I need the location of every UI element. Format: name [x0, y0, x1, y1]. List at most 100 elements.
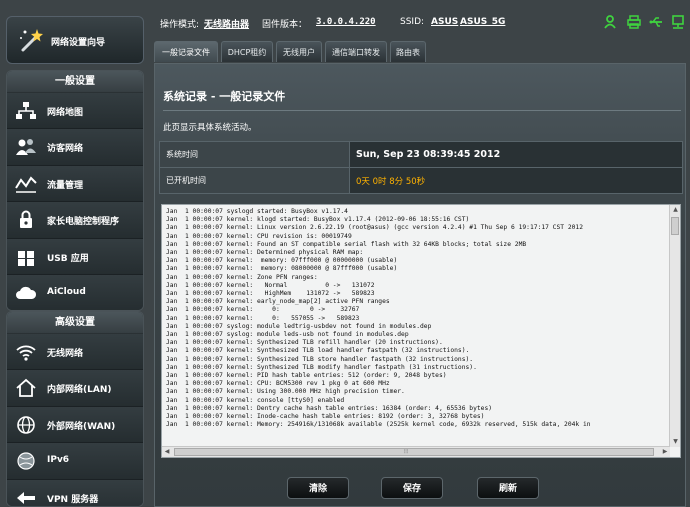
- sidebar-item-label: 访客网络: [47, 144, 84, 155]
- usb-icon: [18, 250, 34, 266]
- refresh-button[interactable]: 刷新: [477, 477, 539, 499]
- log-line: Jan 1 00:00:07 kernel: early_node_map[2]…: [166, 298, 390, 306]
- usb-status-icon[interactable]: [649, 15, 663, 29]
- system-info-table: 系统时间 Sun, Sep 23 08:39:45 2012 已开机时间 0天 …: [159, 141, 683, 194]
- sidebar-item-label: 家长电脑控制程序: [47, 217, 120, 228]
- sidebar-item-network-map[interactable]: 网络地图: [7, 93, 143, 130]
- user-icon[interactable]: [603, 15, 617, 29]
- log-line: Jan 1 00:00:07 kernel: Synthesized TLB l…: [166, 347, 470, 355]
- network-map-icon: [16, 102, 36, 119]
- log-line: Jan 1 00:00:07 syslogd started: BusyBox …: [166, 208, 348, 215]
- scroll-grip-icon: ⦙⦙⦙: [404, 448, 409, 455]
- system-log-panel: 系统记录 - 一般记录文件 此页显示具体系统活动。 系统时间 Sun, Sep …: [154, 63, 686, 507]
- log-line: Jan 1 00:00:07 kernel: Normal 0 -> 13107…: [166, 281, 375, 289]
- sidebar-item-vpn-server[interactable]: VPN 服务器: [7, 479, 143, 506]
- log-line: Jan 1 00:00:07 syslog: module ledtrig-us…: [166, 322, 432, 330]
- ipv6-icon: [17, 452, 35, 470]
- uptime-value: 0天 0时 8分 50秒: [349, 167, 683, 194]
- log-line: Jan 1 00:00:07 kernel: Using 300.000 MHz…: [166, 388, 405, 396]
- operation-mode-label: 操作模式:: [160, 20, 200, 30]
- log-text: Jan 1 00:00:07 syslogd started: BusyBox …: [166, 208, 664, 444]
- log-line: Jan 1 00:00:07 kernel: Dentry cache hash…: [166, 404, 493, 412]
- system-time-label: 系统时间: [159, 141, 350, 168]
- sidebar-item-wan[interactable]: 外部网络(WAN): [7, 406, 143, 444]
- log-horizontal-scrollbar[interactable]: ◀ ⦙⦙⦙ ▶: [162, 446, 670, 457]
- log-line: Jan 1 00:00:07 kernel: CPU revision is: …: [166, 232, 352, 240]
- firmware-version-link[interactable]: 3.0.0.4.220: [316, 17, 376, 27]
- system-log-textarea[interactable]: Jan 1 00:00:07 syslogd started: BusyBox …: [161, 204, 681, 458]
- ssid-label: SSID:: [400, 17, 425, 27]
- sidebar-item-label: 网络地图: [47, 108, 84, 118]
- tab-general-log[interactable]: 一般记录文件: [154, 41, 218, 62]
- log-line: Jan 1 00:00:07 kernel: Memory: 254916k/1…: [166, 421, 591, 429]
- sidebar-item-label: 流量管理: [47, 180, 84, 191]
- log-line: Jan 1 00:00:07 kernel: console [ttyS0] e…: [166, 396, 345, 404]
- log-line: Jan 1 00:00:07 syslog: module leds-usb n…: [166, 331, 409, 339]
- lan-icon: [16, 379, 36, 398]
- cloud-icon: [16, 286, 37, 299]
- scroll-right-icon[interactable]: ▶: [660, 447, 670, 457]
- log-line: Jan 1 00:00:07 kernel: Synthesized TLB s…: [166, 355, 474, 363]
- log-line: Jan 1 00:00:07 kernel: Synthesized TLB r…: [166, 339, 443, 347]
- sidebar-item-parental-control[interactable]: 家长电脑控制程序: [7, 202, 143, 239]
- uptime-label: 已开机时间: [159, 167, 350, 194]
- ssid-5g-link[interactable]: ASUS_5G: [460, 17, 505, 27]
- ssid-24g-link[interactable]: ASUS: [431, 17, 458, 27]
- log-line: Jan 1 00:00:07 kernel: CPU: BCM5300 rev …: [166, 380, 390, 388]
- log-line: Jan 1 00:00:07 kernel: PID hash table en…: [166, 372, 447, 380]
- system-time-value: Sun, Sep 23 08:39:45 2012: [349, 141, 683, 168]
- traffic-manager-icon: [15, 176, 37, 193]
- sidebar-item-lan[interactable]: 内部网络(LAN): [7, 370, 143, 407]
- uptime-row: 已开机时间 0天 0时 8分 50秒: [159, 167, 683, 194]
- log-line: Jan 1 00:00:07 kernel: 0: 0 -> 32767: [166, 306, 360, 314]
- tab-port-forwarding[interactable]: 通信端口转发: [325, 41, 387, 62]
- general-settings-menu: 一般设置 网络地图 访客网络 流量管理 家长电脑控制程序 USB 应用 AiCl…: [6, 70, 144, 311]
- vertical-scroll-thumb[interactable]: [671, 217, 679, 235]
- sidebar-item-traffic-manager[interactable]: 流量管理: [7, 165, 143, 203]
- log-line: Jan 1 00:00:07 kernel: Determined physic…: [166, 249, 364, 257]
- scroll-left-icon[interactable]: ◀: [162, 447, 172, 457]
- save-button[interactable]: 保存: [381, 477, 443, 499]
- log-line: Jan 1 00:00:07 kernel: memory: 08000000 …: [166, 265, 398, 273]
- log-line: Jan 1 00:00:07 kernel: 0: 557055 -> 5898…: [166, 314, 360, 322]
- parental-control-icon: [20, 210, 32, 229]
- page-description: 此页显示具体系统活动。: [163, 123, 257, 133]
- router-admin-window: 网络设置向导 一般设置 网络地图 访客网络 流量管理 家长电脑控制程序 USB …: [0, 0, 690, 507]
- guest-network-icon: [16, 139, 36, 156]
- page-title: 系统记录 - 一般记录文件: [163, 90, 286, 103]
- vpn-icon: [17, 491, 35, 504]
- scroll-down-icon[interactable]: ▼: [670, 437, 681, 447]
- sidebar-item-label: USB 应用: [47, 253, 89, 264]
- sidebar-item-label: AiCloud: [47, 286, 86, 297]
- wan-icon: [17, 415, 35, 434]
- log-vertical-scrollbar[interactable]: ▲ ▼: [669, 205, 680, 447]
- sidebar-item-usb-application[interactable]: USB 应用: [7, 238, 143, 275]
- log-line: Jan 1 00:00:07 kernel: Synthesized TLB m…: [166, 363, 477, 371]
- sidebar-item-wireless[interactable]: 无线网络: [7, 334, 143, 371]
- printer-icon[interactable]: [627, 15, 641, 29]
- log-line: Jan 1 00:00:07 kernel: Zone PFN ranges:: [166, 273, 318, 281]
- sidebar-item-ipv6[interactable]: IPv6: [7, 443, 143, 480]
- tab-routing-table[interactable]: 路由表: [390, 41, 426, 62]
- sidebar-item-label: IPv6: [47, 455, 70, 466]
- scroll-up-icon[interactable]: ▲: [670, 205, 681, 215]
- sidebar-item-label: VPN 服务器: [47, 494, 99, 505]
- horizontal-scroll-thumb[interactable]: [174, 448, 654, 456]
- advanced-settings-heading: 高级设置: [7, 312, 143, 334]
- magic-wand-icon: [20, 29, 43, 52]
- quick-setup-wizard-label: 网络设置向导: [51, 38, 106, 48]
- clear-button[interactable]: 清除: [287, 477, 349, 499]
- sidebar-item-aicloud[interactable]: AiCloud: [7, 274, 143, 310]
- network-status-icon[interactable]: [671, 15, 685, 29]
- log-line: Jan 1 00:00:07 kernel: Linux version 2.6…: [166, 224, 584, 232]
- sidebar-item-guest-network[interactable]: 访客网络: [7, 129, 143, 166]
- operation-mode-link[interactable]: 无线路由器: [204, 17, 249, 30]
- general-settings-heading: 一般设置: [7, 71, 143, 93]
- firmware-version-label: 固件版本：: [262, 20, 308, 30]
- title-divider: [163, 110, 681, 111]
- quick-setup-wizard-button[interactable]: 网络设置向导: [6, 16, 144, 64]
- log-line: Jan 1 00:00:07 kernel: HighMem 131072 ->…: [166, 290, 375, 298]
- tab-wireless-clients[interactable]: 无线用户: [276, 41, 322, 62]
- log-line: Jan 1 00:00:07 kernel: memory: 07fff000 …: [166, 257, 398, 265]
- tab-dhcp-leases[interactable]: DHCP租约: [221, 41, 273, 62]
